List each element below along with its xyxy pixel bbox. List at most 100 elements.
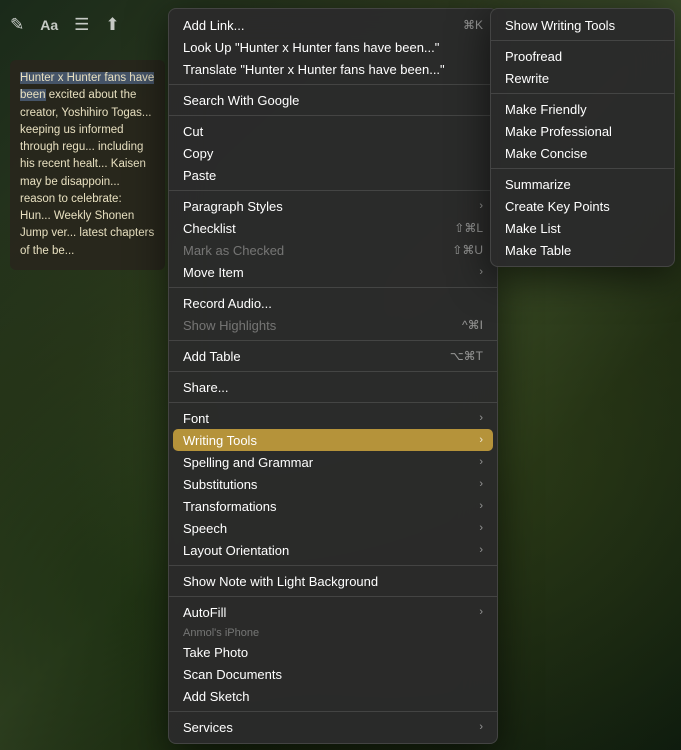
font-label: Font <box>183 411 479 426</box>
take-photo-label: Take Photo <box>183 645 483 660</box>
menu-item-paragraph-styles[interactable]: Paragraph Styles › <box>169 195 497 217</box>
menu-item-speech[interactable]: Speech › <box>169 517 497 539</box>
mark-as-checked-shortcut: ⇧⌘U <box>452 243 483 257</box>
menu-item-share[interactable]: Share... <box>169 376 497 398</box>
submenu-summarize[interactable]: Summarize <box>491 173 674 195</box>
look-up-label: Look Up "Hunter x Hunter fans have been.… <box>183 40 483 55</box>
mark-as-checked-label: Mark as Checked <box>183 243 432 258</box>
separator-10 <box>169 711 497 712</box>
menu-item-translate[interactable]: Translate "Hunter x Hunter fans have bee… <box>169 58 497 80</box>
submenu-sep-3 <box>491 168 674 169</box>
font-icon[interactable]: Aa <box>40 17 58 33</box>
separator-5 <box>169 340 497 341</box>
separator-1 <box>169 84 497 85</box>
separator-6 <box>169 371 497 372</box>
menu-item-record-audio[interactable]: Record Audio... <box>169 292 497 314</box>
layout-orientation-label: Layout Orientation <box>183 543 479 558</box>
autofill-label: AutoFill <box>183 605 479 620</box>
iphone-section-header: Anmol's iPhone <box>169 623 497 641</box>
menu-item-writing-tools[interactable]: Writing Tools › <box>173 429 493 451</box>
list-icon[interactable]: ☰ <box>74 15 89 35</box>
menu-item-spelling-grammar[interactable]: Spelling and Grammar › <box>169 451 497 473</box>
submenu-make-list[interactable]: Make List <box>491 217 674 239</box>
show-highlights-shortcut: ^⌘I <box>462 318 483 332</box>
transformations-arrow: › <box>479 500 483 512</box>
menu-item-checklist[interactable]: Checklist ⇧⌘L <box>169 217 497 239</box>
make-concise-label: Make Concise <box>505 146 660 161</box>
services-arrow: › <box>479 721 483 733</box>
writing-tools-label: Writing Tools <box>183 433 479 448</box>
menu-item-add-link[interactable]: Add Link... ⌘K <box>169 14 497 36</box>
show-note-light-label: Show Note with Light Background <box>183 574 483 589</box>
menu-item-cut[interactable]: Cut <box>169 120 497 142</box>
menu-item-copy[interactable]: Copy <box>169 142 497 164</box>
menu-item-font[interactable]: Font › <box>169 407 497 429</box>
menu-item-add-table[interactable]: Add Table ⌥⌘T <box>169 345 497 367</box>
note-text: excited about the creator, Yoshihiro Tog… <box>20 89 154 256</box>
share-icon[interactable]: ⬆ <box>105 15 119 35</box>
show-highlights-label: Show Highlights <box>183 318 442 333</box>
submenu-make-professional[interactable]: Make Professional <box>491 120 674 142</box>
make-table-label: Make Table <box>505 243 660 258</box>
menu-item-autofill[interactable]: AutoFill › <box>169 601 497 623</box>
add-link-label: Add Link... <box>183 18 443 33</box>
make-professional-label: Make Professional <box>505 124 660 139</box>
submenu-create-key-points[interactable]: Create Key Points <box>491 195 674 217</box>
menu-item-take-photo[interactable]: Take Photo <box>169 641 497 663</box>
submenu-show-writing-tools[interactable]: Show Writing Tools <box>491 14 674 36</box>
menu-item-add-sketch[interactable]: Add Sketch <box>169 685 497 707</box>
checklist-shortcut: ⇧⌘L <box>454 221 483 235</box>
menu-item-show-highlights: Show Highlights ^⌘I <box>169 314 497 336</box>
show-writing-tools-label: Show Writing Tools <box>505 18 660 33</box>
toolbar: ✎ Aa ☰ ⬆ <box>10 15 120 35</box>
paste-label: Paste <box>183 168 483 183</box>
translate-label: Translate "Hunter x Hunter fans have bee… <box>183 62 483 77</box>
separator-7 <box>169 402 497 403</box>
make-list-label: Make List <box>505 221 660 236</box>
proofread-label: Proofread <box>505 49 660 64</box>
compose-icon[interactable]: ✎ <box>10 15 24 35</box>
menu-item-search-google[interactable]: Search With Google <box>169 89 497 111</box>
share-label: Share... <box>183 380 483 395</box>
move-item-label: Move Item <box>183 265 479 280</box>
submenu-make-table[interactable]: Make Table <box>491 239 674 261</box>
separator-8 <box>169 565 497 566</box>
checklist-label: Checklist <box>183 221 434 236</box>
add-table-shortcut: ⌥⌘T <box>450 349 483 363</box>
paragraph-styles-arrow: › <box>479 200 483 212</box>
submenu-sep-1 <box>491 40 674 41</box>
paragraph-styles-label: Paragraph Styles <box>183 199 479 214</box>
rewrite-label: Rewrite <box>505 71 660 86</box>
services-label: Services <box>183 720 479 735</box>
speech-arrow: › <box>479 522 483 534</box>
menu-item-look-up[interactable]: Look Up "Hunter x Hunter fans have been.… <box>169 36 497 58</box>
scan-documents-label: Scan Documents <box>183 667 483 682</box>
font-arrow: › <box>479 412 483 424</box>
spelling-grammar-arrow: › <box>479 456 483 468</box>
menu-item-transformations[interactable]: Transformations › <box>169 495 497 517</box>
submenu-rewrite[interactable]: Rewrite <box>491 67 674 89</box>
submenu-proofread[interactable]: Proofread <box>491 45 674 67</box>
menu-item-scan-documents[interactable]: Scan Documents <box>169 663 497 685</box>
menu-item-layout-orientation[interactable]: Layout Orientation › <box>169 539 497 561</box>
spelling-grammar-label: Spelling and Grammar <box>183 455 479 470</box>
create-key-points-label: Create Key Points <box>505 199 660 214</box>
cut-label: Cut <box>183 124 483 139</box>
layout-orientation-arrow: › <box>479 544 483 556</box>
move-item-arrow: › <box>479 266 483 278</box>
menu-item-services[interactable]: Services › <box>169 716 497 738</box>
submenu-make-friendly[interactable]: Make Friendly <box>491 98 674 120</box>
record-audio-label: Record Audio... <box>183 296 483 311</box>
context-menu: Add Link... ⌘K Look Up "Hunter x Hunter … <box>168 8 498 744</box>
menu-item-move-item[interactable]: Move Item › <box>169 261 497 283</box>
add-sketch-label: Add Sketch <box>183 689 483 704</box>
menu-item-substitutions[interactable]: Substitutions › <box>169 473 497 495</box>
add-link-shortcut: ⌘K <box>463 18 483 32</box>
menu-item-show-note-light[interactable]: Show Note with Light Background <box>169 570 497 592</box>
substitutions-arrow: › <box>479 478 483 490</box>
menu-item-paste[interactable]: Paste <box>169 164 497 186</box>
search-google-label: Search With Google <box>183 93 483 108</box>
transformations-label: Transformations <box>183 499 479 514</box>
submenu-make-concise[interactable]: Make Concise <box>491 142 674 164</box>
separator-9 <box>169 596 497 597</box>
